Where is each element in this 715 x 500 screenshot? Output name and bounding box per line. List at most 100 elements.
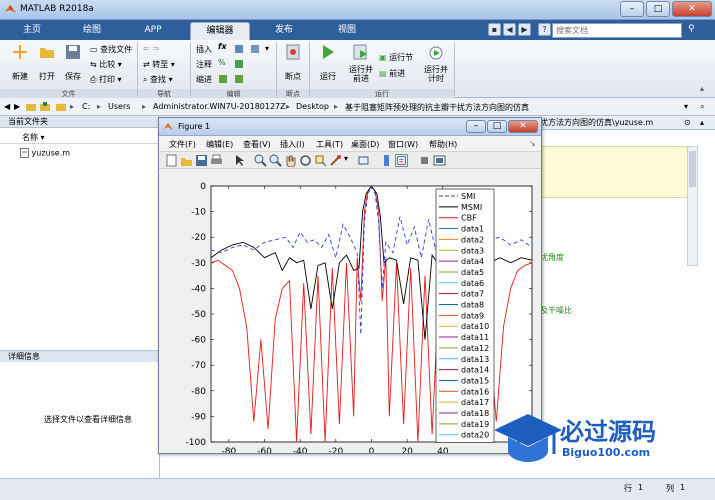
rotate-3d-icon[interactable] bbox=[299, 154, 312, 167]
forward-quick-icon[interactable]: ▶ bbox=[518, 23, 531, 36]
close-button[interactable]: ✕ bbox=[672, 1, 712, 17]
tab-apps[interactable]: APP bbox=[124, 22, 182, 40]
path-segment-project[interactable]: 基于阻塞矩阵预处理的抗主瓣干扰方法方向图的仿真 bbox=[345, 102, 529, 113]
up-folder-icon[interactable] bbox=[26, 102, 36, 112]
editor-menu-icon[interactable]: ⊙ bbox=[684, 116, 691, 129]
zoom-in-icon[interactable] bbox=[254, 154, 267, 167]
breakpoints-button[interactable]: 断点 bbox=[282, 44, 304, 82]
tab-publish[interactable]: 发布 bbox=[255, 22, 313, 40]
brush-dropdown-icon[interactable]: ▾ bbox=[344, 154, 348, 163]
menu-file[interactable]: 文件(F) bbox=[169, 139, 196, 150]
show-plot-tools-icon[interactable] bbox=[433, 154, 446, 167]
fx-icon[interactable]: fx bbox=[218, 42, 227, 51]
folder-icon[interactable] bbox=[56, 102, 66, 112]
figure-maximize-button[interactable]: □ bbox=[487, 120, 507, 133]
save-figure-icon[interactable] bbox=[195, 154, 208, 167]
legend-icon[interactable] bbox=[395, 154, 408, 167]
menu-edit[interactable]: 编辑(E) bbox=[206, 139, 233, 150]
list-item[interactable]: yuzuse.m bbox=[20, 148, 70, 158]
smart-indent-icon[interactable] bbox=[234, 74, 244, 84]
path-segment-users[interactable]: Users bbox=[108, 102, 130, 111]
menu-tools[interactable]: 工具(T) bbox=[316, 139, 343, 150]
figure-minimize-button[interactable]: – bbox=[466, 120, 486, 133]
legend-label: data15 bbox=[461, 376, 489, 385]
save-quick-icon[interactable]: ▪ bbox=[488, 23, 501, 36]
new-button[interactable]: 新建 bbox=[10, 44, 30, 82]
brush-icon[interactable] bbox=[329, 154, 342, 167]
collapse-ribbon-icon[interactable]: ▴ bbox=[700, 84, 704, 93]
dock-figure-icon[interactable]: ↘ bbox=[529, 139, 536, 148]
details-header: 详细信息 bbox=[0, 350, 160, 362]
find-files-button[interactable]: ▭ 查找文件 bbox=[90, 44, 132, 55]
colorbar-icon[interactable] bbox=[380, 154, 393, 167]
path-segment-user[interactable]: Administrator.WIN7U-20180127Z bbox=[153, 102, 286, 111]
indent-button[interactable]: 缩进 bbox=[196, 74, 212, 85]
forward-icon[interactable]: ▶ bbox=[14, 102, 20, 111]
menu-view[interactable]: 查看(V) bbox=[243, 139, 271, 150]
legend-label: data13 bbox=[461, 355, 489, 364]
comment-button[interactable]: 注释 bbox=[196, 59, 212, 70]
menu-insert[interactable]: 插入(I) bbox=[280, 139, 305, 150]
tab-home[interactable]: 主页 bbox=[4, 22, 60, 40]
minimize-button[interactable]: – bbox=[620, 1, 644, 17]
pin-icon[interactable]: ⚲ bbox=[688, 24, 695, 34]
watermark: 必过源码 Biguo100.com bbox=[486, 406, 715, 478]
insert-button[interactable]: 插入 bbox=[196, 44, 212, 55]
menu-desktop[interactable]: 桌面(D) bbox=[351, 139, 379, 150]
path-search-icon[interactable]: ⌕ bbox=[700, 102, 704, 112]
insert-section-icon[interactable] bbox=[234, 44, 244, 54]
editor-file-tab[interactable]: 扰方法方向图的仿真\yuzuse.m bbox=[540, 116, 653, 129]
insert-dropdown-icon[interactable]: ▾ bbox=[265, 44, 269, 53]
path-dropdown-icon[interactable]: ▾ bbox=[684, 102, 688, 111]
advance-button[interactable]: ▤ 前进 bbox=[379, 68, 405, 79]
print-button[interactable]: ⎙ 打印 ▾ bbox=[90, 74, 122, 85]
back-icon[interactable]: ◀ bbox=[4, 102, 10, 111]
goto-button[interactable]: ⇄ 转至 ▾ bbox=[143, 59, 175, 70]
run-and-advance-button[interactable]: 运行并 前进 bbox=[347, 44, 375, 83]
run-section-button[interactable]: ▣ 运行节 bbox=[379, 52, 413, 63]
wrap-comments-icon[interactable] bbox=[234, 59, 244, 69]
print-figure-icon[interactable] bbox=[210, 154, 223, 167]
editor-tab-bar: 扰方法方向图的仿真\yuzuse.m ⊙ ▴ bbox=[540, 116, 715, 130]
menu-help[interactable]: 帮助(H) bbox=[429, 139, 457, 150]
run-and-time-button[interactable]: 运行并 计时 bbox=[422, 44, 450, 83]
run-group-label: 运行 bbox=[310, 89, 454, 98]
legend-label: MSMI bbox=[461, 203, 482, 212]
details-panel: 选择文件以查看详细信息 bbox=[0, 362, 160, 478]
new-figure-icon[interactable] bbox=[165, 154, 178, 167]
data-cursor-icon[interactable] bbox=[314, 154, 327, 167]
search-icon[interactable]: ⌕ bbox=[670, 24, 675, 34]
open-file-icon[interactable] bbox=[180, 154, 193, 167]
editor-expand-icon[interactable]: ▴ bbox=[700, 116, 704, 129]
editor-vertical-scrollbar[interactable] bbox=[687, 146, 698, 266]
path-segment-drive[interactable]: C: bbox=[82, 102, 90, 111]
tab-editor[interactable]: 编辑器 bbox=[190, 22, 250, 40]
back-quick-icon[interactable]: ◀ bbox=[503, 23, 516, 36]
maximize-button[interactable]: □ bbox=[646, 1, 670, 17]
run-button[interactable]: 运行 bbox=[316, 44, 340, 82]
path-segment-desktop[interactable]: Desktop bbox=[296, 102, 329, 111]
legend-label: data17 bbox=[461, 398, 489, 407]
indent-left-icon[interactable] bbox=[218, 74, 228, 84]
edit-plot-icon[interactable] bbox=[233, 154, 246, 167]
find-button[interactable]: ⌕ 查找 ▾ bbox=[143, 74, 173, 85]
hide-plot-tools-icon[interactable] bbox=[418, 154, 431, 167]
search-documentation-input[interactable]: 搜索文档 bbox=[552, 23, 682, 38]
scroll-thumb[interactable] bbox=[689, 151, 696, 187]
open-button[interactable]: 打开 bbox=[37, 44, 57, 82]
compare-button[interactable]: ⇆ 比较 ▾ bbox=[90, 59, 122, 70]
browse-folder-icon[interactable] bbox=[40, 102, 50, 112]
help-quick-icon[interactable]: ? bbox=[538, 23, 551, 36]
link-plot-icon[interactable] bbox=[357, 154, 370, 167]
pan-icon[interactable] bbox=[284, 154, 297, 167]
tab-view[interactable]: 视图 bbox=[318, 22, 376, 40]
name-column-header[interactable]: 名称 ▾ bbox=[22, 132, 45, 143]
menu-window[interactable]: 窗口(W) bbox=[388, 139, 418, 150]
bookmark-icon[interactable] bbox=[250, 44, 260, 54]
tab-plots[interactable]: 绘图 bbox=[64, 22, 120, 40]
percent-icon[interactable]: % bbox=[218, 58, 226, 67]
figure-close-button[interactable]: ✕ bbox=[508, 120, 538, 133]
zoom-out-icon[interactable] bbox=[269, 154, 282, 167]
nav-back-icon[interactable]: ⇐ ⇒ bbox=[143, 44, 159, 53]
save-button[interactable]: 保存 bbox=[63, 44, 83, 82]
